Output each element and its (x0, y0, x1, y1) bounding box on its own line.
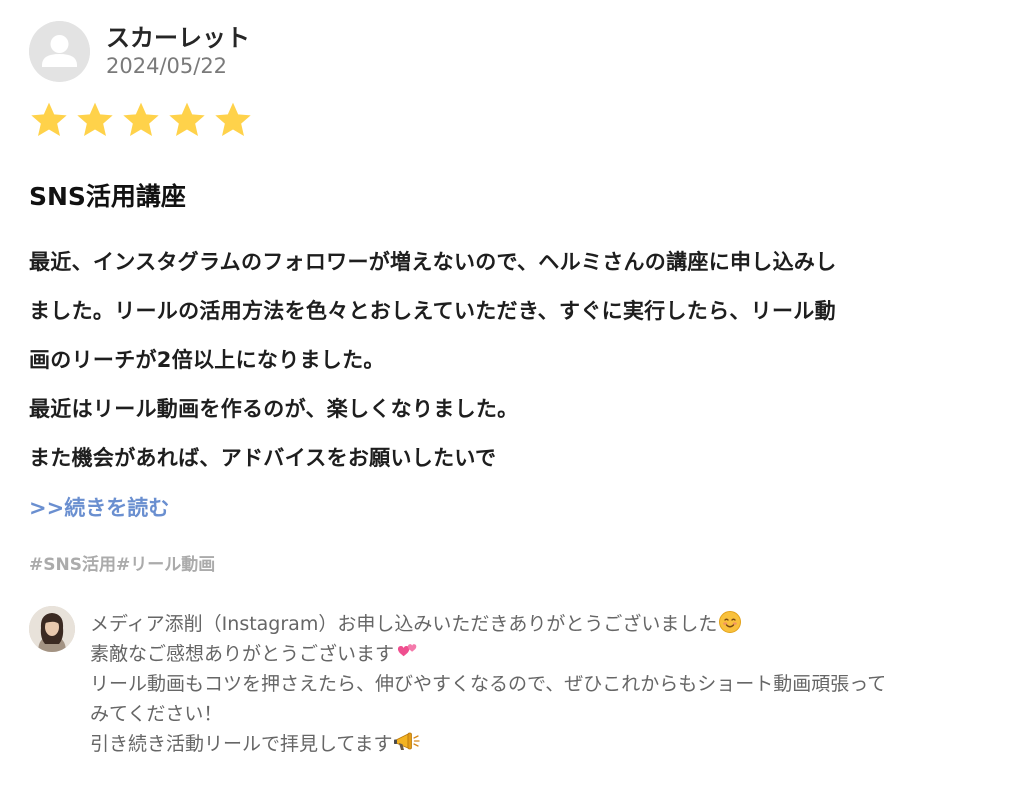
reply-body: メディア添削（Instagram）お申し込みいただきありがとうございました 素敵… (90, 609, 1010, 759)
review-date: 2024/05/22 (106, 54, 228, 78)
reply-text: メディア添削（Instagram）お申し込みいただきありがとうございました (90, 613, 718, 635)
reply-text: 素敵なご感想ありがとうございます (90, 643, 395, 665)
review-title: SNS活用講座 (29, 182, 186, 211)
reply-line: みてください！ (90, 703, 223, 725)
review-body-line: 最近はリール動画を作るのが、楽しくなりました。 (29, 397, 519, 421)
two-hearts-icon (395, 640, 421, 664)
profile-photo-icon (29, 606, 75, 652)
review-body-line: また機会があれば、アドバイスをお願いしたいで (29, 446, 497, 470)
hashtag-link[interactable]: #SNS活用 (29, 550, 116, 575)
megaphone-icon (393, 730, 421, 754)
star-icon (215, 102, 251, 136)
replier-avatar[interactable] (29, 606, 75, 652)
reply-line: リール動画もコツを押さえたら、伸びやすくなるので、ぜひこれからもショート動画頑張… (90, 673, 887, 695)
review-body-line: 画のリーチが2倍以上になりました。 (29, 348, 385, 372)
reply-line: メディア添削（Instagram）お申し込みいただきありがとうございました (90, 609, 1010, 639)
hashtag-list: #SNS活用 #リール動画 (29, 550, 215, 575)
reply-text: 引き続き活動リールで拝見してます (90, 733, 393, 755)
review-card: スカーレット 2024/05/22 SNS活用講座 最近、インスタグラムのフォロ… (0, 0, 1024, 790)
review-body-line: ました。リールの活用方法を色々とおしえていただき、すぐに実行したら、リール動 (29, 299, 836, 323)
hashtag-link[interactable]: #リール動画 (116, 550, 215, 575)
read-more-link[interactable]: >>続きを読む (29, 492, 169, 522)
star-icon (123, 102, 159, 136)
star-rating (29, 100, 253, 140)
star-icon (77, 102, 113, 136)
review-body-line: 最近、インスタグラムのフォロワーが増えないので、ヘルミさんの講座に申し込みし (29, 250, 837, 274)
review-body: 最近、インスタグラムのフォロワーが増えないので、ヘルミさんの講座に申し込みし ま… (29, 238, 999, 483)
star-icon (31, 102, 67, 136)
default-user-icon (29, 21, 90, 82)
reply-line: 素敵なご感想ありがとうございます (90, 639, 1010, 669)
reply-line: 引き続き活動リールで拝見してます (90, 729, 1010, 759)
smiling-face-icon (718, 610, 742, 634)
star-icon (169, 102, 205, 136)
reviewer-name: スカーレット (106, 24, 250, 52)
reviewer-avatar[interactable] (29, 21, 90, 82)
